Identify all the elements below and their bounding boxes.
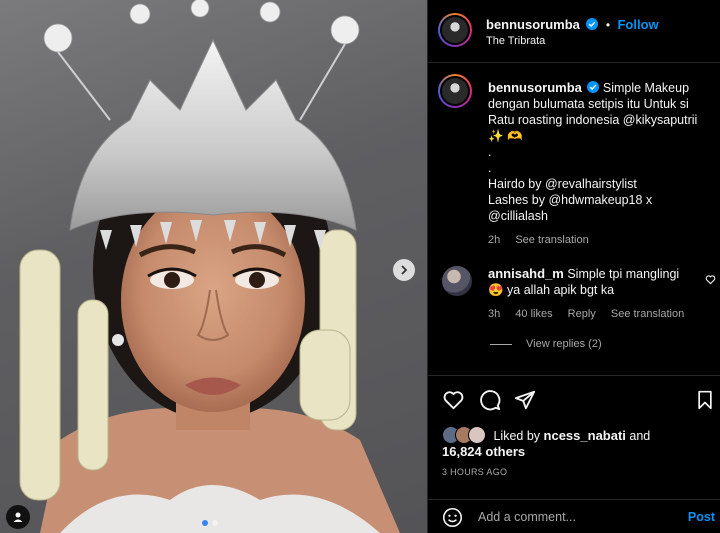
view-replies[interactable]: View replies (2): [490, 338, 602, 350]
caption-line: .: [488, 145, 492, 159]
comment-text-cont: 😍 ya allah apik bgt ka: [488, 283, 615, 297]
replies-line: [490, 343, 512, 345]
post-actions: Liked by ncess_nabati and 16,824 others …: [428, 375, 720, 533]
caption-line: @cillialash: [488, 209, 548, 223]
post-location[interactable]: The Tribrata: [486, 35, 545, 47]
caption-line: Ratu roasting indonesia @kikysaputrii: [488, 113, 698, 127]
add-comment-bar: Add a comment... Post: [428, 499, 720, 533]
comment-like-heart-icon[interactable]: [705, 274, 716, 285]
comment-meta: 3h 40 likes Reply See translation: [488, 306, 698, 322]
post-media[interactable]: [0, 0, 427, 533]
caption-username[interactable]: bennusorumba: [488, 80, 582, 95]
liker-avatars[interactable]: [442, 426, 486, 444]
caption-line: ✨ 🫶: [488, 129, 523, 143]
person-tag-icon: [13, 512, 23, 522]
view-replies-label[interactable]: View replies (2): [526, 338, 602, 350]
bookmark-icon[interactable]: [695, 389, 715, 411]
heart-icon[interactable]: [442, 389, 465, 411]
chevron-right-icon: [401, 265, 408, 275]
tagged-users-button[interactable]: [6, 505, 30, 529]
likes-prefix: Liked by: [493, 429, 541, 443]
author-username[interactable]: bennusorumba: [486, 17, 580, 32]
paper-plane-icon[interactable]: [514, 389, 536, 411]
caption-see-translation[interactable]: See translation: [515, 234, 588, 246]
comment-reply-button[interactable]: Reply: [568, 308, 596, 320]
post-timestamp[interactable]: 3 HOURS AGO: [442, 467, 507, 477]
post-photo: [19, 0, 400, 533]
post-details-panel: bennusorumba • Follow The Tribrata bennu…: [427, 0, 720, 533]
comment-item: annisahd_m Simple tpi manglingi 😍 ya all…: [488, 266, 698, 322]
verified-badge-icon: [586, 18, 599, 30]
caption-line: Hairdo by @revalhairstylist: [488, 177, 637, 191]
likes-others-count[interactable]: 16,824 others: [442, 444, 525, 459]
author-avatar[interactable]: [438, 13, 472, 47]
caption-line: .: [488, 161, 492, 175]
caption-meta: 2h See translation: [488, 232, 716, 248]
post-header: bennusorumba • Follow The Tribrata: [428, 0, 720, 63]
caption-line: dengan bulumata setipis itu Untuk si: [488, 97, 689, 111]
comment-icon[interactable]: [479, 389, 501, 411]
header-separator: •: [605, 18, 611, 32]
commenter-avatar[interactable]: [442, 266, 472, 296]
likes-summary: Liked by ncess_nabati and 16,824 others: [442, 426, 702, 460]
carousel-indicator: [202, 520, 218, 526]
caption-line: Simple Makeup: [602, 81, 690, 95]
comment-likes[interactable]: 40 likes: [515, 308, 552, 320]
follow-button[interactable]: Follow: [617, 17, 658, 32]
carousel-next-button[interactable]: [393, 259, 415, 281]
comment-text: Simple tpi manglingi: [567, 267, 680, 281]
post-comment-button[interactable]: Post: [688, 510, 715, 524]
comment-see-translation[interactable]: See translation: [611, 308, 684, 320]
liked-by-user[interactable]: ncess_nabati: [544, 428, 626, 443]
comment-time: 3h: [488, 308, 501, 320]
smiley-icon[interactable]: [442, 507, 463, 528]
caption-line: Lashes by @hdwmakeup18 x: [488, 193, 653, 207]
post-caption: bennusorumba Simple Makeup dengan buluma…: [488, 80, 716, 248]
likes-and: and: [629, 429, 651, 443]
comment-input[interactable]: Add a comment...: [478, 510, 576, 524]
commenter-username[interactable]: annisahd_m: [488, 266, 564, 281]
carousel-dot: [212, 520, 218, 526]
caption-time: 2h: [488, 234, 501, 246]
caption-author-avatar[interactable]: [438, 74, 472, 108]
verified-badge-icon: [587, 81, 600, 93]
carousel-dot-active: [202, 520, 208, 526]
